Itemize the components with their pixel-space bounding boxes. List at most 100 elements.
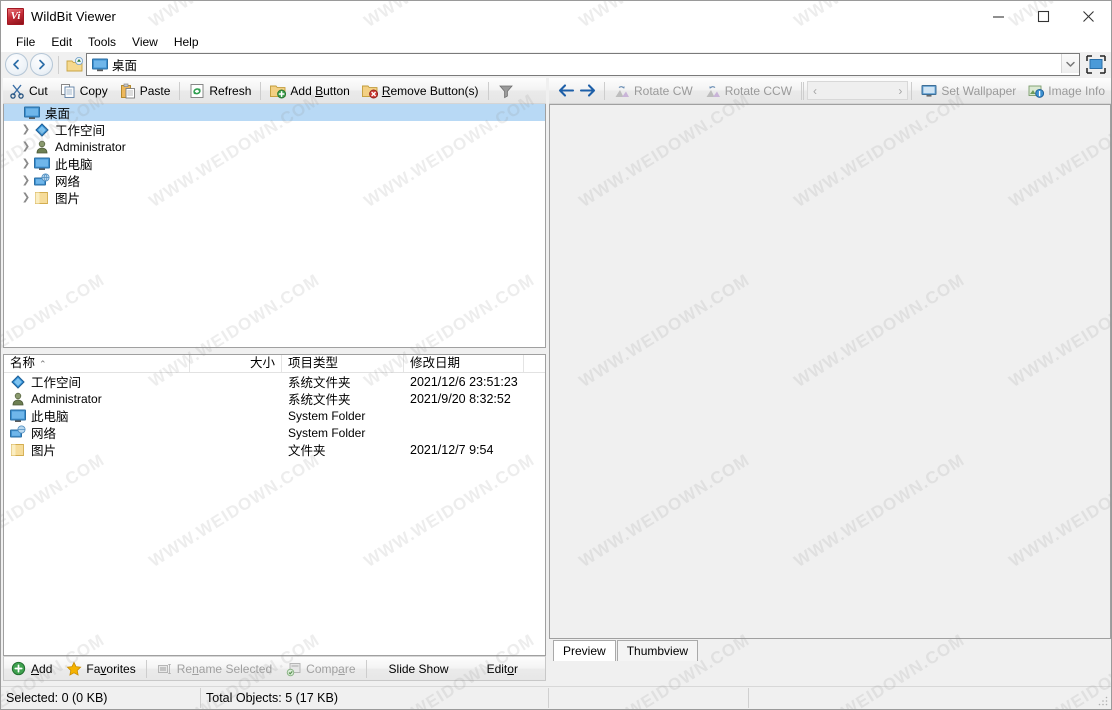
compare-button[interactable]: Compare [279, 658, 362, 679]
menu-item-edit[interactable]: Edit [43, 33, 80, 51]
image-preview-area[interactable] [549, 104, 1111, 639]
chevron-right-icon[interactable]: ❯ [18, 124, 34, 135]
status-extra-2 [749, 688, 1111, 708]
remove-buttons-button[interactable]: Remove Button(s) [356, 80, 485, 102]
left-pane: Cut Copy Paste Refresh Add Button Remove… [3, 78, 546, 681]
chevron-right-icon[interactable]: ❯ [18, 158, 34, 169]
file-list-header: 名称 ⌃ 大小 项目类型 修改日期 [4, 355, 545, 373]
cell-modified: 2021/9/20 8:32:52 [410, 391, 511, 406]
chevron-down-icon[interactable] [1061, 54, 1079, 73]
close-button[interactable] [1066, 1, 1111, 32]
toolbar-divider [604, 81, 605, 100]
computer-icon [10, 408, 26, 424]
filter-button[interactable] [492, 80, 520, 102]
compare-icon [286, 661, 302, 677]
tree-item-pictures[interactable]: ❯ 图片 [4, 189, 545, 206]
toolbar-divider [179, 81, 181, 100]
table-row[interactable]: 工作空间 系统文件夹 2021/12/6 23:51:23 [4, 373, 545, 390]
add-accel: A [31, 661, 40, 676]
add-button-button[interactable]: Add Button [264, 80, 355, 102]
tree-item-network[interactable]: ❯ 网络 [4, 172, 545, 189]
add-button-label: Add [31, 661, 53, 676]
editor-accel: o [507, 661, 514, 676]
set-wallpaper-label: Set Wallpaper [941, 83, 1017, 98]
search-button[interactable]: Search [537, 658, 545, 679]
scroll-right-icon[interactable]: › [898, 84, 907, 98]
left-arrow-icon [557, 83, 575, 99]
chevron-right-icon[interactable]: ❯ [18, 192, 34, 203]
tab-thumbview[interactable]: Thumbview [616, 640, 699, 661]
toolbar-divider [803, 81, 805, 100]
table-row[interactable]: 此电脑 System Folder [4, 407, 545, 424]
slide-show-button[interactable]: Slide Show [370, 658, 468, 679]
rename-accel: n [192, 661, 199, 676]
slide-show-label: Slide Show [388, 661, 449, 676]
menu-item-help[interactable]: Help [166, 33, 207, 51]
rename-icon [157, 661, 173, 677]
left-bottom-toolbar: Add Favorites Rename Selected Compare Sl… [3, 656, 546, 681]
column-header-size[interactable]: 大小 [190, 355, 282, 372]
add-circle-icon [11, 661, 27, 677]
chevron-right-icon[interactable]: ❯ [18, 141, 34, 152]
fullscreen-icon[interactable] [1083, 52, 1109, 77]
address-input[interactable]: 桌面 [86, 53, 1080, 76]
scissors-icon [9, 83, 25, 99]
network-icon [10, 425, 26, 441]
tree-item-this-pc[interactable]: ❯ 此电脑 [4, 155, 545, 172]
copy-icon [60, 83, 76, 99]
tab-preview[interactable]: Preview [553, 640, 616, 661]
previous-image-button[interactable] [549, 80, 577, 102]
column-header-type[interactable]: 项目类型 [282, 355, 404, 372]
tree-item-administrator[interactable]: ❯ Administrator [4, 138, 545, 155]
navigation-arrows [1, 53, 53, 76]
monitor-icon [921, 83, 937, 99]
file-list[interactable]: 名称 ⌃ 大小 项目类型 修改日期 工作空间 系统文件夹 2021/12/6 23… [3, 354, 546, 656]
paste-button[interactable]: Paste [114, 80, 177, 102]
toolbar-divider [487, 81, 489, 100]
right-toolbar: Rotate CW Rotate CCW ‹ › Set Wallpaper I… [549, 78, 1111, 104]
menu-item-view[interactable]: View [124, 33, 166, 51]
up-folder-icon[interactable] [64, 54, 86, 75]
column-header-modified[interactable]: 修改日期 [404, 355, 524, 372]
image-info-icon [1028, 83, 1045, 99]
tree-item-desktop[interactable]: 桌面 [4, 104, 545, 121]
toolbar-divider [260, 81, 262, 100]
minimize-button[interactable] [976, 1, 1021, 32]
scroll-left-icon[interactable]: ‹ [808, 84, 817, 98]
rotate-cw-button[interactable]: Rotate CW [608, 80, 699, 102]
refresh-button[interactable]: Refresh [183, 80, 257, 102]
menu-item-file[interactable]: File [8, 33, 43, 51]
image-info-button[interactable]: Image Info [1022, 80, 1111, 102]
maximize-button[interactable] [1021, 1, 1066, 32]
paste-button-label: Paste [139, 83, 171, 98]
forward-arrow-icon[interactable] [30, 53, 53, 76]
table-row[interactable]: 图片 文件夹 2021/12/7 9:54 [4, 441, 545, 458]
table-row[interactable]: 网络 System Folder [4, 424, 545, 441]
rotate-ccw-icon [705, 83, 721, 99]
folder-tree[interactable]: 桌面 ❯ 工作空间 ❯ Administrator ❯ 此电脑 ❯ 网络 ❯ 图… [3, 104, 546, 348]
menu-item-tools[interactable]: Tools [80, 33, 124, 51]
back-arrow-icon[interactable] [5, 53, 28, 76]
cell-name-label: Administrator [31, 391, 102, 406]
favorites-button[interactable]: Favorites [59, 658, 142, 679]
next-image-button[interactable] [577, 80, 601, 102]
toolbar-divider [365, 659, 367, 678]
rotate-ccw-label: Rotate CCW [724, 83, 793, 98]
address-bar: 桌面 [1, 52, 1111, 77]
set-wallpaper-button[interactable]: Set Wallpaper [915, 80, 1022, 102]
toolbar-overflow-scroller[interactable]: ‹ › [807, 81, 909, 100]
favorites-accel: v [100, 661, 107, 676]
chevron-right-icon[interactable]: ❯ [18, 175, 34, 186]
cut-button[interactable]: Cut [3, 80, 54, 102]
editor-button[interactable]: Editor [468, 658, 537, 679]
tree-item-workspace[interactable]: ❯ 工作空间 [4, 121, 545, 138]
column-header-name[interactable]: 名称 ⌃ [4, 355, 190, 372]
add-button[interactable]: Add [4, 658, 59, 679]
table-row[interactable]: Administrator 系统文件夹 2021/9/20 8:32:52 [4, 390, 545, 407]
refresh-button-label: Refresh [209, 83, 252, 98]
rename-selected-button[interactable]: Rename Selected [150, 658, 279, 679]
rotate-ccw-button[interactable]: Rotate CCW [699, 80, 798, 102]
resize-grip[interactable] [1097, 695, 1109, 707]
copy-button[interactable]: Copy [54, 80, 114, 102]
application-window: WildBit Viewer File Edit Tools View Help [0, 0, 1112, 710]
